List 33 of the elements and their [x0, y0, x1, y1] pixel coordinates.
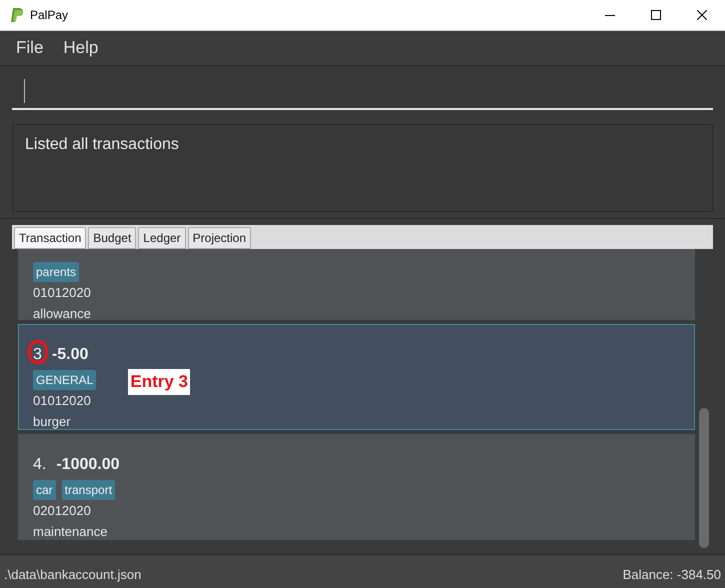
- tab[interactable]: Ledger: [138, 227, 186, 249]
- date: 01012020: [33, 392, 92, 410]
- amount: -5.00: [52, 345, 88, 365]
- amount: -1000.00: [56, 455, 120, 475]
- app-logo-icon: [10, 7, 24, 23]
- tab[interactable]: Transaction: [14, 227, 86, 249]
- balance: Balance: -384.50: [622, 566, 721, 584]
- scrollbar-thumb[interactable]: [699, 408, 709, 548]
- entry-number: 4.: [33, 455, 46, 475]
- file-path: .\data\bankaccount.json: [4, 566, 142, 584]
- tab[interactable]: Projection: [188, 227, 252, 249]
- minimize-icon: [605, 14, 615, 16]
- date: 02012020: [33, 502, 92, 520]
- maximize-icon: [651, 10, 661, 20]
- menu-item[interactable]: Help: [55, 35, 106, 61]
- window-title: PalPay: [30, 7, 68, 24]
- transaction-card[interactable]: 4. -1000.00 car transport 02012020 maintenance: [18, 434, 695, 540]
- result-message: Listed all transactions: [25, 136, 179, 153]
- annotation-label: Entry 3: [128, 369, 190, 394]
- description: allowance: [33, 304, 91, 322]
- description: maintenance: [33, 522, 108, 540]
- tab[interactable]: Budget: [88, 227, 136, 249]
- transaction-card[interactable]: parents 01012020 allowance: [18, 249, 695, 320]
- close-icon: [697, 10, 707, 20]
- tag: parents: [33, 262, 80, 282]
- tag: GENERAL: [33, 370, 96, 390]
- description: burger: [33, 412, 72, 431]
- menu-item[interactable]: File: [8, 35, 52, 61]
- tag: car: [33, 480, 56, 500]
- transaction-card[interactable]: 3 -5.00 GENERAL 01012020 burger Entry 3: [18, 324, 695, 430]
- entry-number: 3: [33, 345, 42, 365]
- tag: transport: [62, 480, 116, 500]
- date: 01012020: [33, 284, 91, 302]
